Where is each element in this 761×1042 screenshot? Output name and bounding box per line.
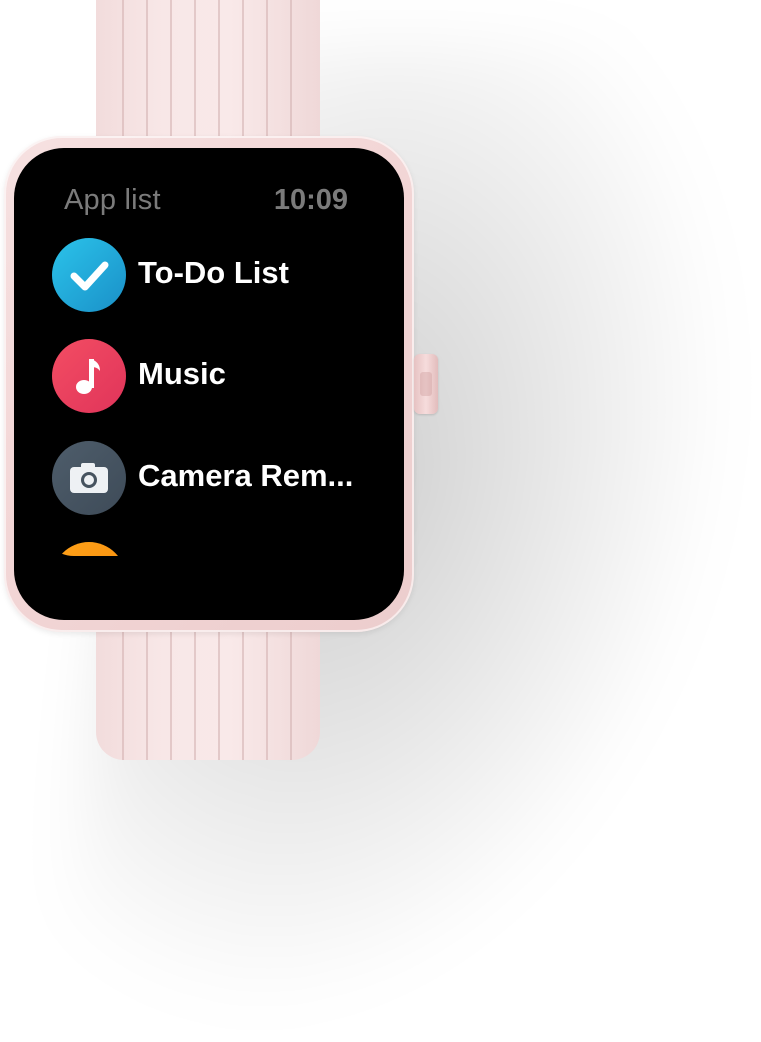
- app-item-partial[interactable]: [52, 542, 372, 556]
- strap-groove: [242, 620, 244, 760]
- app-item-music[interactable]: Music: [52, 339, 372, 415]
- strap-groove: [122, 620, 124, 760]
- strap-groove: [194, 620, 196, 760]
- app-item-camera-remote[interactable]: Camera Rem...: [52, 441, 372, 517]
- checkmark-icon: [52, 238, 126, 312]
- partial-app-icon: [52, 542, 126, 556]
- app-item-todo-list[interactable]: To-Do List: [52, 238, 372, 314]
- page-title: App list: [64, 184, 161, 216]
- app-label: Music: [138, 356, 226, 391]
- strap-groove: [146, 620, 148, 760]
- strap-groove: [266, 620, 268, 760]
- clock-time: 10:09: [273, 184, 348, 216]
- strap-groove: [170, 620, 172, 760]
- watch-strap-bottom: [96, 620, 320, 760]
- strap-groove: [218, 620, 220, 760]
- music-note-icon: [52, 339, 126, 413]
- side-button-notch: [420, 372, 432, 396]
- camera-icon: [52, 441, 126, 515]
- side-button[interactable]: [414, 354, 438, 414]
- app-label: To-Do List: [138, 255, 289, 290]
- product-stage: App list 10:09 To-Do List Music Camera R…: [0, 0, 761, 1042]
- watch-screen: App list 10:09 To-Do List Music Camera R…: [40, 176, 374, 556]
- strap-groove: [290, 620, 292, 760]
- app-label: Camera Rem...: [138, 458, 354, 493]
